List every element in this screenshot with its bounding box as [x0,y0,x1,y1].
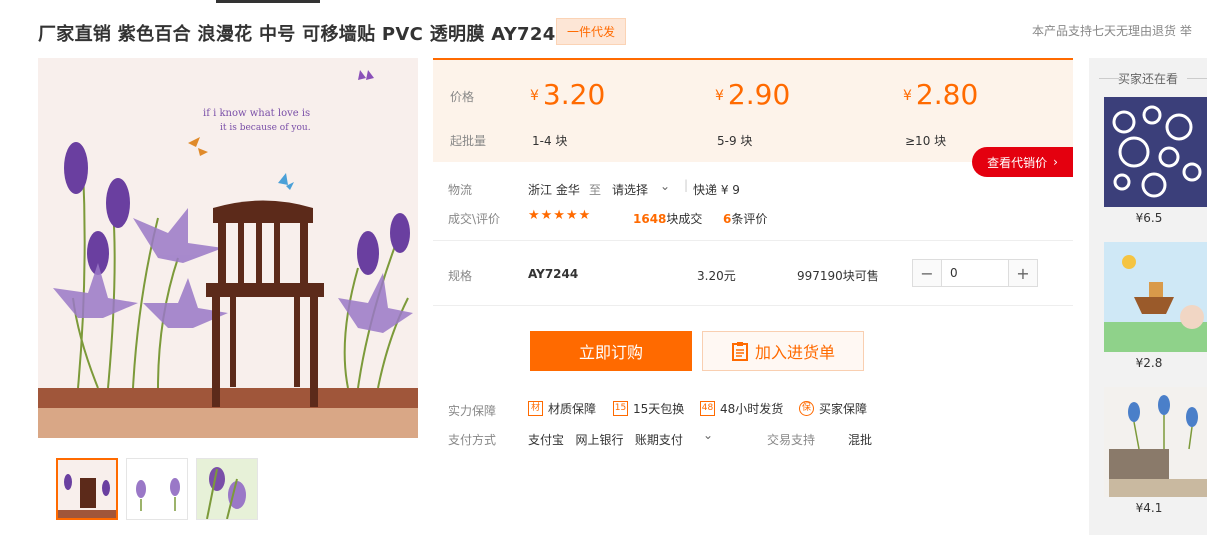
view-dropship-price-button[interactable]: 查看代销价 › [972,147,1073,177]
qty-range-3: ≥10 块 [905,134,947,148]
recommendation-item-3[interactable] [1104,387,1207,497]
recommendation-item-1[interactable] [1104,97,1207,207]
buy-now-button[interactable]: 立即订购 [530,331,692,371]
price-tier-1: ¥3.20 [530,78,606,111]
guarantee-buyer[interactable]: 保买家保障 [799,400,867,417]
thumbnail-strip [56,458,258,520]
spec-model: AY7244 [528,267,579,281]
logistics-to: 至 [589,183,602,197]
trade-support-value: 混批 [848,433,873,447]
dropship-badge: 一件代发 [556,18,627,45]
clipboard-icon [731,342,748,361]
trade-support-label: 交易支持 [767,433,816,447]
logistics-divider: | [684,178,689,192]
price-panel: 价格 起批量 ¥3.20 ¥2.90 ¥2.80 1-4 块 5-9 块 ≥10… [433,58,1073,162]
logistics-origin: 浙江 金华 [528,183,580,197]
logistics-label: 物流 [448,183,473,197]
wall-sticker-illustration: if i know what love is it is because of … [38,58,418,438]
chevron-down-icon[interactable]: ⌄ [660,179,670,193]
sticker-caption-2: it is because of you. [220,123,311,133]
divider [433,305,1073,306]
sticker-caption-1: if i know what love is [203,108,310,119]
guarantee-exchange[interactable]: 15 15天包换 [613,400,684,417]
spec-stock: 997190块可售 [797,269,879,283]
payment-expand-icon[interactable]: ⌄ [703,428,713,442]
payment-label: 支付方式 [448,433,497,447]
view-dropship-price-label: 查看代销价 [987,155,1048,170]
spec-label: 规格 [448,269,473,283]
price-tier-3: ¥2.80 [903,78,979,111]
guarantee-shipping[interactable]: 48 48小时发货 [700,400,783,417]
exchange-icon: 15 [613,401,628,416]
return-policy-note: 本产品支持七天无理由退货 举 [1032,24,1192,38]
sales-label: 成交\评价 [448,212,501,226]
spec-unit-price: 3.20元 [697,269,736,283]
main-product-image[interactable]: if i know what love is it is because of … [38,58,418,438]
qty-range-2: 5-9 块 [717,134,753,148]
material-icon: 材 [528,401,543,416]
payment-methods: 支付宝 网上银行 账期支付 [528,433,683,447]
top-tab-indicator [216,0,320,3]
quantity-stepper: − 0 + [912,259,1038,287]
shield-icon: 保 [799,401,814,416]
quantity-input[interactable]: 0 [941,260,1009,286]
min-qty-label: 起批量 [450,134,487,148]
reviews-summary[interactable]: 6条评价 [723,210,767,227]
recommendation-price-2: ¥2.8 [1135,356,1163,370]
sidebar-title: 买家还在看 [1089,70,1207,87]
destination-select[interactable]: 请选择 [612,181,648,198]
divider [433,240,1073,241]
recommendation-price-3: ¥4.1 [1135,501,1163,515]
increase-button[interactable]: + [1009,260,1037,286]
recommendation-item-2[interactable] [1104,242,1207,352]
thumbnail-1[interactable] [56,458,118,520]
shipping-icon: 48 [700,401,715,416]
recommendation-price-1: ¥6.5 [1135,211,1163,225]
decrease-button[interactable]: − [913,260,941,286]
thumbnail-3[interactable] [196,458,258,520]
qty-range-1: 1-4 块 [532,134,568,148]
express-fee: 快递 ¥ 9 [693,183,740,197]
recommendation-sidebar: 买家还在看 ¥6.5 ¥2.8 ¥4.1 [1089,58,1207,535]
chevron-right-icon: › [1053,155,1058,169]
deals-summary[interactable]: 1648块成交 [633,210,702,227]
thumbnail-2[interactable] [126,458,188,520]
guarantee-material[interactable]: 材材质保障 [528,400,596,417]
guarantee-label: 实力保障 [448,404,497,418]
product-title: 厂家直销 紫色百合 浪漫花 中号 可移墙贴 PVC 透明膜 AY7244 [38,24,569,45]
price-label: 价格 [450,90,475,104]
price-tier-2: ¥2.90 [715,78,791,111]
add-to-cart-label: 加入进货单 [754,343,835,362]
add-to-cart-button[interactable]: 加入进货单 [702,331,864,371]
rating-stars: ★★★★★ [528,208,592,223]
